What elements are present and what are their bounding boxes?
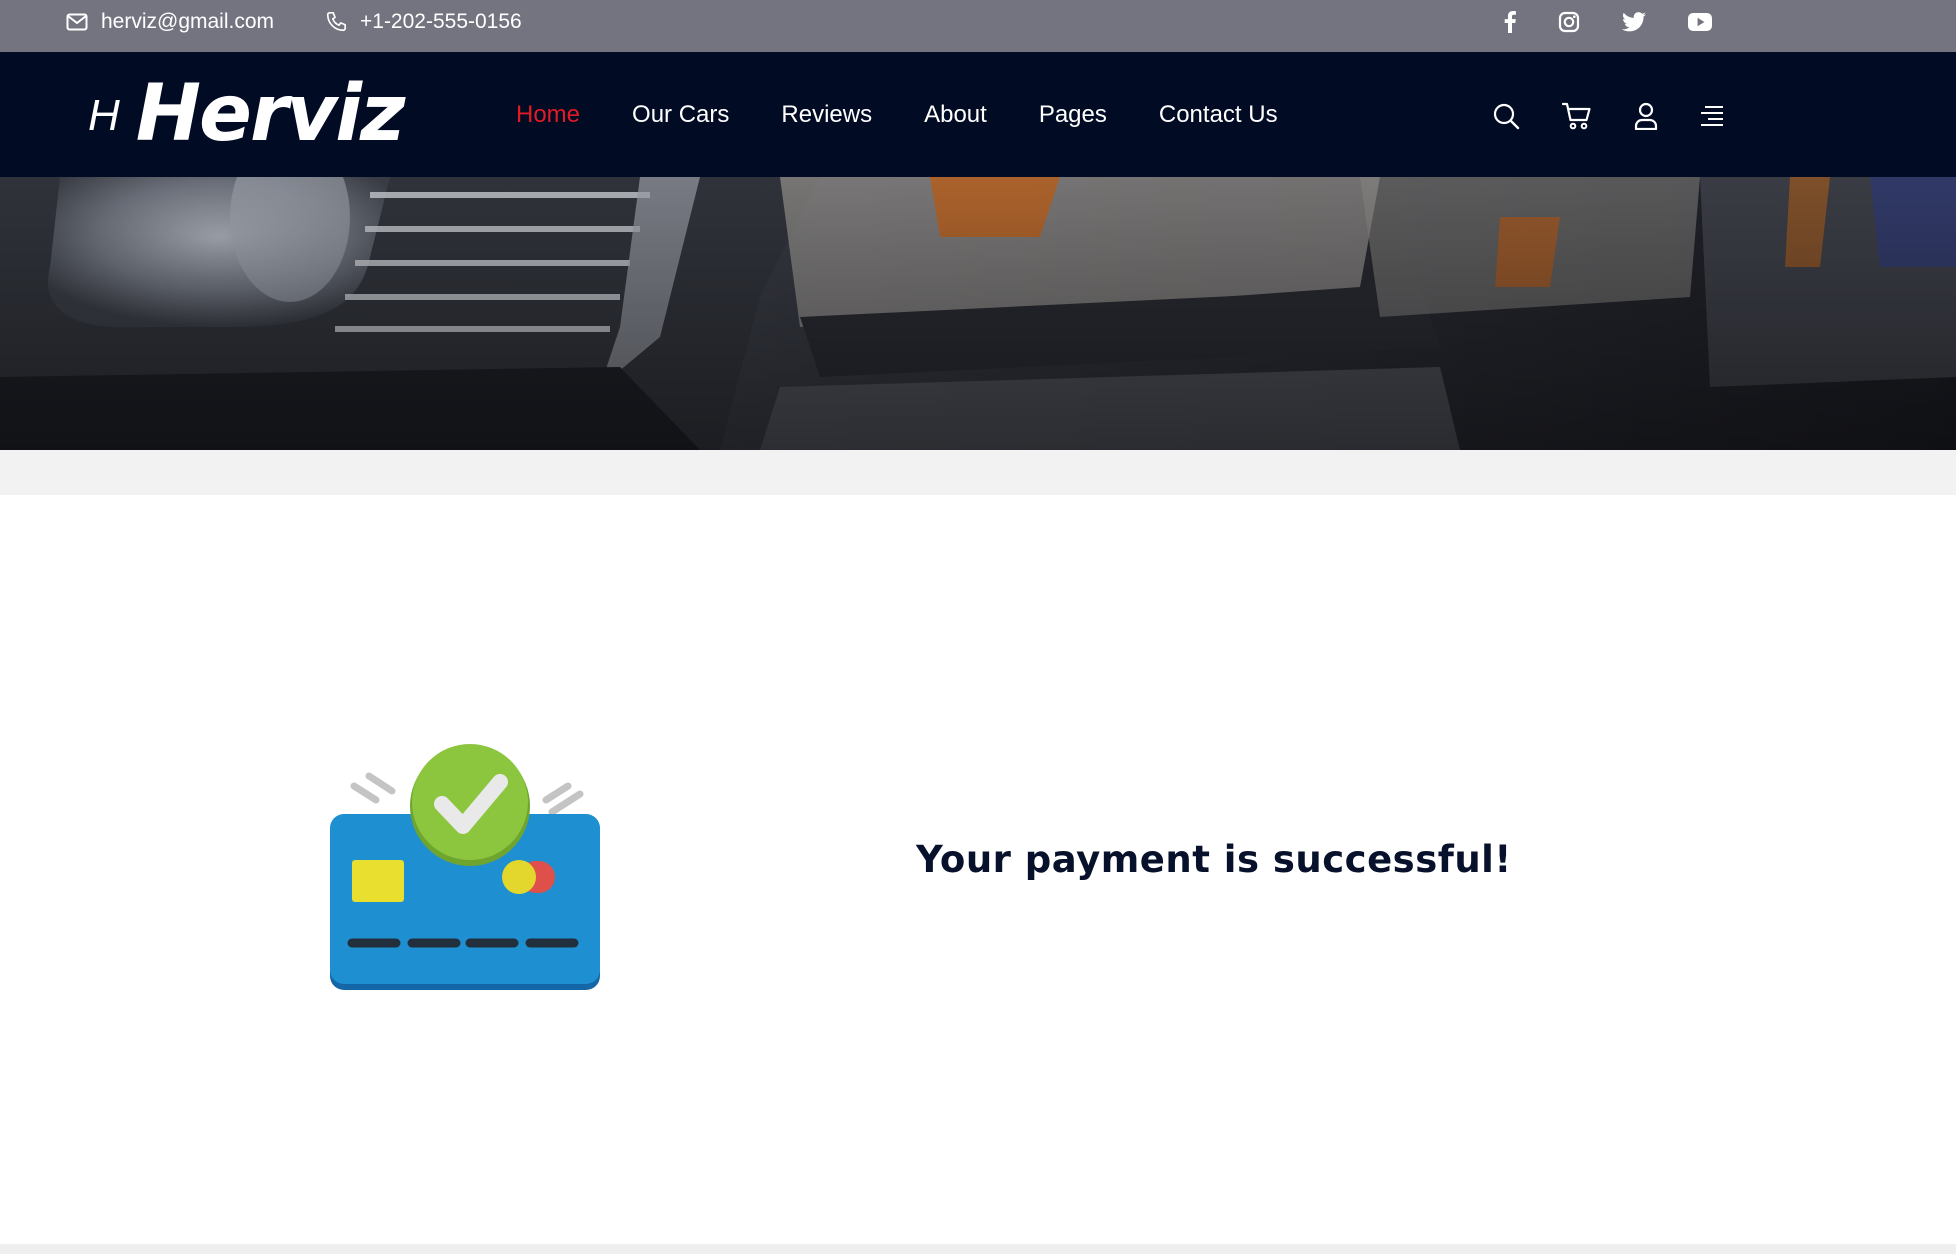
cart-icon[interactable]	[1555, 94, 1599, 138]
payment-success-message: Your payment is successful!	[916, 838, 1512, 881]
contact-phone[interactable]: +1-202-555-0156	[325, 0, 522, 44]
nav-home[interactable]: Home	[516, 101, 580, 129]
youtube-icon[interactable]	[1682, 8, 1718, 36]
facebook-icon[interactable]	[1492, 8, 1528, 36]
social-links	[1492, 8, 1732, 36]
nav-about[interactable]: About	[924, 101, 987, 129]
nav-contact-us[interactable]: Contact Us	[1159, 101, 1278, 129]
payment-success-card-icon	[324, 736, 614, 998]
site-logo[interactable]: H Herviz	[88, 69, 406, 159]
contact-email[interactable]: herviz@gmail.com	[66, 0, 274, 44]
cars-banner-image	[0, 177, 1956, 450]
email-text[interactable]: herviz@gmail.com	[101, 10, 274, 34]
twitter-icon[interactable]	[1616, 8, 1652, 36]
phone-text[interactable]: +1-202-555-0156	[360, 10, 522, 34]
phone-icon	[326, 12, 346, 32]
logo-text: Herviz	[135, 69, 406, 159]
nav-our-cars[interactable]: Our Cars	[632, 101, 729, 129]
footer-divider	[0, 1244, 1956, 1254]
envelope-icon	[66, 13, 88, 31]
main-navbar: H Herviz Home Our Cars Reviews About Pag…	[0, 52, 1956, 177]
search-icon[interactable]	[1484, 94, 1528, 138]
nav-reviews[interactable]: Reviews	[781, 101, 872, 129]
header-actions	[1484, 94, 1724, 138]
top-bar: herviz@gmail.com +1-202-555-0156	[0, 0, 1956, 52]
primary-nav: Home Our Cars Reviews About Pages Contac…	[516, 52, 1330, 177]
section-divider	[0, 450, 1956, 495]
menu-icon[interactable]	[1690, 94, 1734, 138]
hero-banner	[0, 177, 1956, 450]
user-icon[interactable]	[1624, 94, 1668, 138]
logo-mark: H	[88, 91, 120, 140]
instagram-icon[interactable]	[1551, 8, 1587, 36]
nav-pages[interactable]: Pages	[1039, 101, 1107, 129]
